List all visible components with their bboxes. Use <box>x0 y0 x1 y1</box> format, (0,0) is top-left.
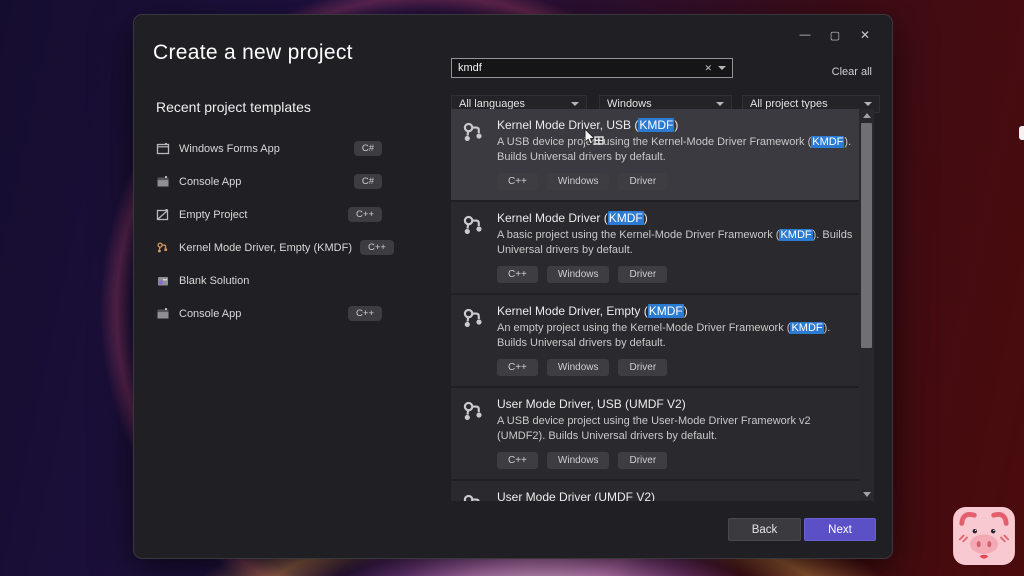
close-button[interactable]: ✕ <box>850 23 880 47</box>
search-input[interactable] <box>452 62 700 74</box>
result-tags: C++ Windows Driver <box>497 359 849 376</box>
language-badge: C++ <box>360 240 394 255</box>
recent-template-item[interactable]: Windows Forms App C# <box>156 132 382 165</box>
scrollbar-up-arrow[interactable] <box>859 109 874 122</box>
recent-template-label: Blank Solution <box>179 275 382 287</box>
window-controls: — ▢ ✕ <box>790 23 880 47</box>
result-description: An empty project using the Kernel-Mode D… <box>497 321 857 351</box>
template-result-item[interactable]: Kernel Mode Driver, USB (KMDF) A USB devi… <box>451 109 859 200</box>
screen-edge-artifact <box>1019 126 1024 140</box>
close-icon: ✕ <box>860 28 870 42</box>
tag-pill: Driver <box>618 452 667 469</box>
recent-template-item[interactable]: Console App C++ <box>156 297 382 330</box>
maximize-icon: ▢ <box>830 29 840 42</box>
language-badge: C++ <box>348 306 382 321</box>
search-match-highlight: KMDF <box>608 211 644 225</box>
clear-all-link[interactable]: Clear all <box>832 66 872 78</box>
result-title: Kernel Mode Driver, Empty (KMDF) <box>497 304 849 318</box>
language-badge: C# <box>354 141 382 156</box>
tag-pill: C++ <box>497 359 538 376</box>
winforms-icon <box>156 142 170 156</box>
create-new-project-dialog: — ▢ ✕ Create a new project Recent projec… <box>133 14 893 559</box>
template-result-item[interactable]: Kernel Mode Driver (KMDF) A basic project… <box>451 202 859 293</box>
tag-pill: Driver <box>618 173 667 190</box>
template-result-item[interactable]: Kernel Mode Driver, Empty (KMDF) An empty… <box>451 295 859 386</box>
recent-template-item[interactable]: Console App C# <box>156 165 382 198</box>
result-tags: C++ Windows Driver <box>497 452 849 469</box>
driver-project-icon <box>461 120 487 146</box>
recent-template-label: Windows Forms App <box>179 143 346 155</box>
pig-logo <box>953 507 1015 565</box>
console-icon <box>156 307 170 321</box>
recent-templates-heading: Recent project templates <box>156 99 311 115</box>
triangle-down-icon <box>863 492 871 497</box>
tag-pill: C++ <box>497 173 538 190</box>
chevron-down-icon <box>571 102 579 106</box>
recent-template-label: Kernel Mode Driver, Empty (KMDF) <box>179 242 352 254</box>
recent-template-label: Empty Project <box>179 209 340 221</box>
next-button[interactable]: Next <box>804 518 876 541</box>
result-description: A USB device project using the Kernel-Mo… <box>497 135 857 165</box>
chevron-down-icon <box>716 102 724 106</box>
recent-templates-list: Windows Forms App C# Console App C# Empty Pr… <box>156 132 382 330</box>
recent-template-item[interactable]: Kernel Mode Driver, Empty (KMDF)C++ <box>156 231 382 264</box>
recent-template-item[interactable]: Empty Project C++ <box>156 198 382 231</box>
maximize-button[interactable]: ▢ <box>820 23 850 47</box>
recent-template-label: Console App <box>179 308 340 320</box>
back-button[interactable]: Back <box>728 518 801 541</box>
result-title: User Mode Driver, USB (UMDF V2) <box>497 397 849 411</box>
page-title: Create a new project <box>153 41 353 65</box>
search-match-highlight: KMDF <box>648 304 684 318</box>
mouse-cursor <box>584 129 608 156</box>
tag-pill: Windows <box>547 452 610 469</box>
solution-icon <box>156 274 170 288</box>
driver-project-icon <box>461 213 487 239</box>
result-title: User Mode Driver (UMDF V2) <box>497 490 849 501</box>
template-result-item[interactable]: User Mode Driver (UMDF V2)A basic projec… <box>451 481 859 501</box>
console-icon <box>156 175 170 189</box>
search-match-highlight: KMDF <box>790 322 823 334</box>
result-title: Kernel Mode Driver, USB (KMDF) <box>497 118 849 132</box>
driver-project-icon <box>461 306 487 332</box>
scrollbar-thumb[interactable] <box>861 123 872 348</box>
recent-template-label: Console App <box>179 176 346 188</box>
driver-icon <box>156 241 170 255</box>
driver-project-icon <box>461 399 487 425</box>
minimize-button[interactable]: — <box>790 23 820 47</box>
search-match-highlight: KMDF <box>779 229 812 241</box>
tag-pill: C++ <box>497 452 538 469</box>
driver-project-icon <box>461 492 487 501</box>
tag-pill: C++ <box>497 266 538 283</box>
result-description: A USB device project using the User-Mode… <box>497 414 857 444</box>
language-badge: C# <box>354 174 382 189</box>
tag-pill: Windows <box>547 359 610 376</box>
triangle-up-icon <box>863 113 871 118</box>
result-tags: C++ Windows Driver <box>497 266 849 283</box>
recent-template-item[interactable]: Blank Solution <box>156 264 382 297</box>
template-results-list: Kernel Mode Driver, USB (KMDF) A USB devi… <box>451 109 859 501</box>
result-tags: C++ Windows Driver <box>497 173 849 190</box>
tag-pill: Windows <box>547 173 610 190</box>
search-box: ✕ <box>451 58 733 78</box>
template-result-item[interactable]: User Mode Driver, USB (UMDF V2) A USB dev… <box>451 388 859 479</box>
language-badge: C++ <box>348 207 382 222</box>
chevron-down-icon <box>864 102 872 106</box>
tag-pill: Driver <box>618 266 667 283</box>
scrollbar-down-arrow[interactable] <box>859 488 874 501</box>
search-dropdown-icon[interactable] <box>718 66 726 70</box>
minimize-icon: — <box>800 29 811 41</box>
tag-pill: Driver <box>618 359 667 376</box>
search-match-highlight: KMDF <box>811 136 844 148</box>
result-title: Kernel Mode Driver (KMDF) <box>497 211 849 225</box>
results-scrollbar[interactable] <box>859 109 874 501</box>
result-description: A basic project using the Kernel-Mode Dr… <box>497 228 857 258</box>
empty-project-icon <box>156 208 170 222</box>
search-clear-icon[interactable]: ✕ <box>700 63 716 74</box>
tag-pill: Windows <box>547 266 610 283</box>
search-match-highlight: KMDF <box>638 118 674 132</box>
